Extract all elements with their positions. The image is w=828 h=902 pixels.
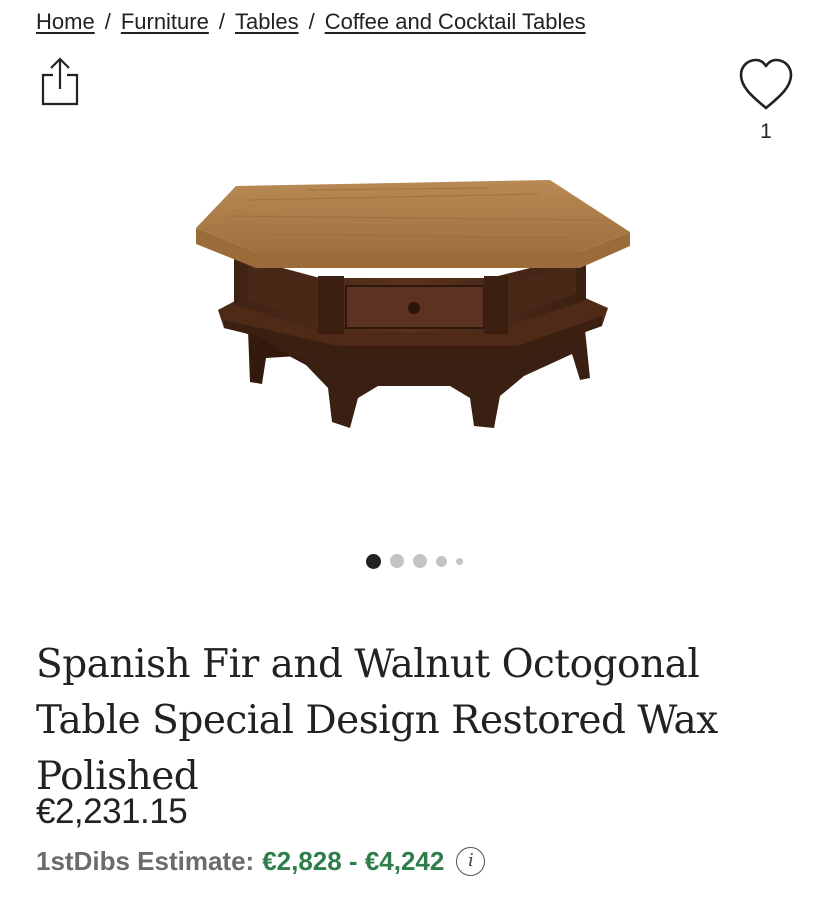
breadcrumb-furniture-link[interactable]: Furniture (121, 9, 209, 34)
carousel-dot-1[interactable] (365, 553, 381, 569)
share-button[interactable] (38, 56, 82, 108)
price-estimate: 1stDibs Estimate: €2,828 - €4,242 i (36, 844, 486, 878)
product-image[interactable] (188, 160, 638, 445)
coffee-table-image (196, 180, 630, 428)
favorite-count: 1 (760, 120, 772, 143)
favorite-area: 1 (735, 56, 797, 148)
product-price: €2,231.15 (36, 792, 188, 831)
heart-icon (739, 58, 793, 110)
favorite-button[interactable] (735, 56, 797, 114)
share-icon (41, 57, 79, 106)
breadcrumb: Home / Furniture / Tables / Coffee and Cocktai… (36, 8, 586, 36)
estimate-value: €2,828 - €4,242 (262, 846, 445, 876)
image-carousel-dots (0, 552, 828, 570)
info-icon[interactable]: i (456, 846, 486, 876)
breadcrumb-tables-link[interactable]: Tables (235, 9, 299, 34)
product-title: Spanish Fir and Walnut Octogonal Table S… (36, 642, 718, 799)
estimate-label: 1stDibs Estimate: (36, 846, 255, 876)
breadcrumb-separator: / (218, 9, 225, 34)
breadcrumb-home-link[interactable]: Home (36, 9, 95, 34)
carousel-dot-4[interactable] (435, 555, 447, 567)
carousel-dot-5[interactable] (455, 557, 463, 565)
breadcrumb-separator: / (308, 9, 315, 34)
carousel-dot-3[interactable] (412, 554, 427, 568)
breadcrumb-coffee-cocktail-tables-link[interactable]: Coffee and Cocktail Tables (325, 9, 586, 34)
breadcrumb-separator: / (104, 9, 111, 34)
carousel-dot-2[interactable] (389, 554, 404, 568)
